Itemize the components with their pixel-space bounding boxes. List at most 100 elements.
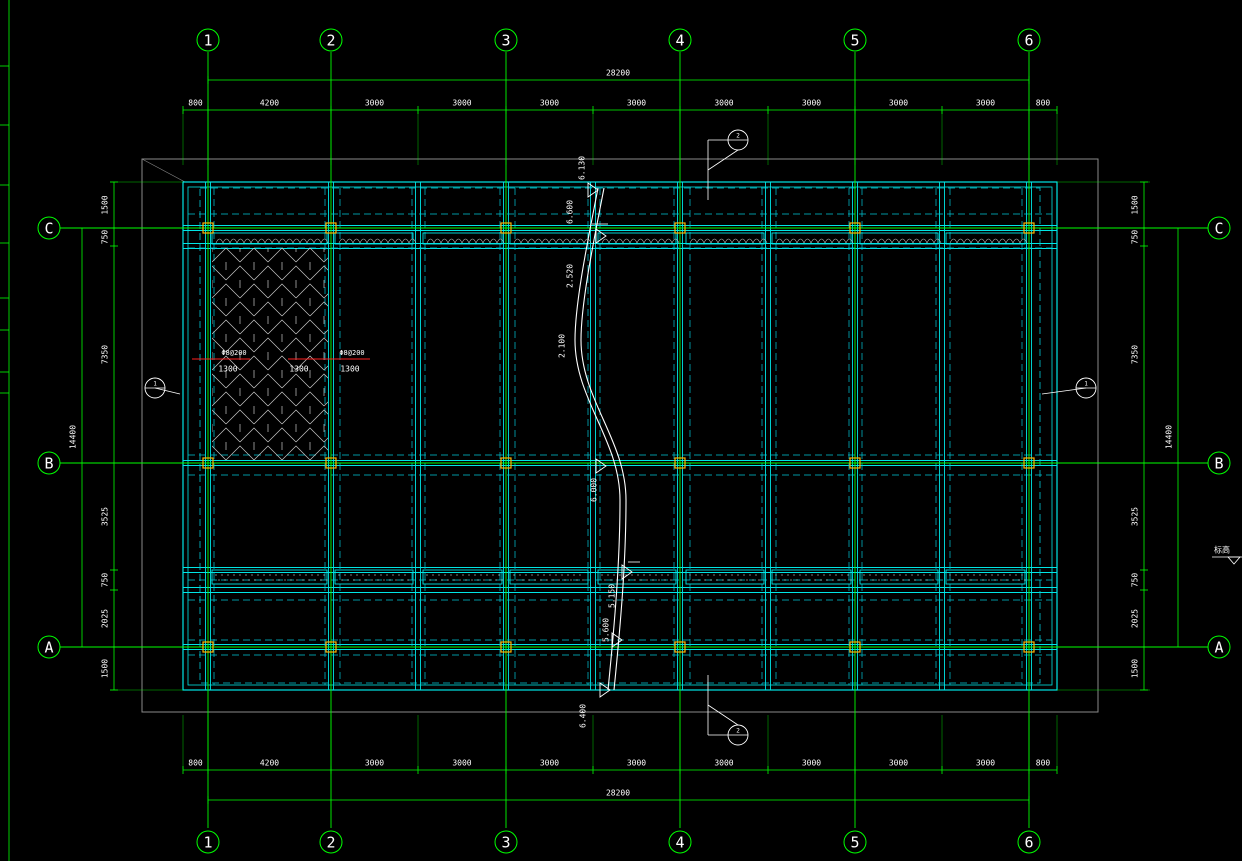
hatch-stroke (253, 445, 283, 460)
strip-hatch (977, 238, 986, 244)
hatch-stroke (239, 283, 269, 299)
axis-bubble-label: C (1214, 220, 1223, 238)
dim-label: 800 (188, 99, 203, 108)
strip-dot (299, 574, 301, 576)
strip-hatch (1005, 238, 1014, 244)
strip-hatch (433, 238, 442, 244)
section-leader (154, 387, 181, 395)
strip-dot (582, 579, 584, 581)
hatch-stroke (212, 283, 241, 299)
hatch-stroke (422, 482, 450, 496)
strip-dot (634, 579, 636, 581)
dim-label: 4200 (260, 99, 279, 108)
dim-label: 3000 (714, 99, 733, 108)
strip-hatch (426, 238, 435, 244)
strip-hatch (956, 238, 965, 244)
axis-bubble-label: 2 (326, 834, 335, 852)
slab-edge-outer (182, 181, 1058, 691)
strip-dot (537, 574, 539, 576)
strip-dot (722, 579, 724, 581)
hatch-stroke (226, 482, 254, 496)
strip-dot (707, 574, 709, 576)
strip-dot (949, 574, 951, 576)
hatch-stroke (267, 319, 297, 335)
dim-label: 3000 (365, 99, 384, 108)
strip-hatch (898, 238, 907, 244)
hatch-stroke (338, 230, 366, 244)
hatch-stroke (422, 446, 450, 460)
strip-hatch (338, 238, 347, 244)
strip-hatch (534, 238, 543, 244)
strip-dot (215, 574, 217, 576)
hatch-stroke (239, 427, 269, 443)
strip-dot (426, 574, 428, 576)
strip-dot (731, 574, 733, 576)
strip-dot (579, 574, 581, 576)
hatch-stroke (267, 248, 297, 263)
strip-dot (221, 574, 223, 576)
strip-dot (266, 579, 268, 581)
section-leader (1041, 387, 1087, 395)
strip-hatch (717, 238, 726, 244)
strip-dot (377, 579, 379, 581)
strip-hatch (703, 238, 712, 244)
hatch-stroke (267, 391, 297, 407)
strip-hatch (615, 238, 624, 244)
strip-dot (661, 574, 663, 576)
axis-bubble-label: 1 (203, 32, 212, 50)
dimension-lines: 800 4200 3000 3000 3000 3000 3000 3000 3000 3000 8… (69, 69, 1182, 804)
strip-dot (284, 579, 286, 581)
strip-dot (752, 579, 754, 581)
dim-label: 800 (1036, 759, 1051, 768)
strip-dot (997, 574, 999, 576)
strip-hatch (870, 238, 879, 244)
hatch-stroke (296, 464, 324, 478)
strip-hatch (569, 238, 578, 244)
strip-dot (847, 574, 849, 576)
dim-label-total: 14400 (1165, 425, 1174, 449)
hatch-stroke (225, 445, 255, 460)
strip-hatch (845, 238, 854, 244)
strip-hatch (475, 238, 484, 244)
hatch-stroke (268, 464, 296, 478)
curved-wall-line (574, 187, 621, 691)
dim-label: 3000 (627, 99, 646, 108)
strip-dot (793, 574, 795, 576)
strip-hatch (650, 238, 659, 244)
strip-dot (695, 574, 697, 576)
strip-dot (787, 574, 789, 576)
strip-dot (775, 574, 777, 576)
hatch-stroke (394, 302, 422, 316)
elevation-label: 6.600 (566, 200, 575, 224)
hatch-stroke (380, 464, 408, 478)
strip-dot (353, 579, 355, 581)
hatch-stroke (239, 355, 269, 371)
strip-dot (296, 579, 298, 581)
strip-dot (359, 579, 361, 581)
hatch-stroke (170, 446, 198, 460)
strip-hatch (838, 238, 847, 244)
hatch-stroke (366, 230, 394, 244)
elevation-label: 6.000 (590, 478, 599, 502)
strip-dot (878, 579, 880, 581)
hidden-outline (199, 187, 1041, 684)
hatch-stroke (380, 248, 408, 262)
strip-hatch (366, 238, 375, 244)
axis-bubble-label: 4 (675, 32, 684, 50)
section-mark-label: 1 (1084, 381, 1088, 388)
hatch-stroke (295, 391, 325, 407)
strip-dot (278, 579, 280, 581)
hatch-stroke (156, 212, 184, 226)
hatch-stroke (253, 337, 283, 353)
strip-hatch (408, 238, 417, 244)
strip-dot (1006, 579, 1008, 581)
hatch-stroke (225, 409, 255, 425)
strip-hatch (1012, 238, 1021, 244)
strip-dot (429, 579, 431, 581)
strip-dot (970, 579, 972, 581)
strip-dot (911, 574, 913, 576)
strip-hatch (689, 238, 698, 244)
strip-dot (242, 579, 244, 581)
strip-hatch (919, 238, 928, 244)
strip-dot (643, 574, 645, 576)
